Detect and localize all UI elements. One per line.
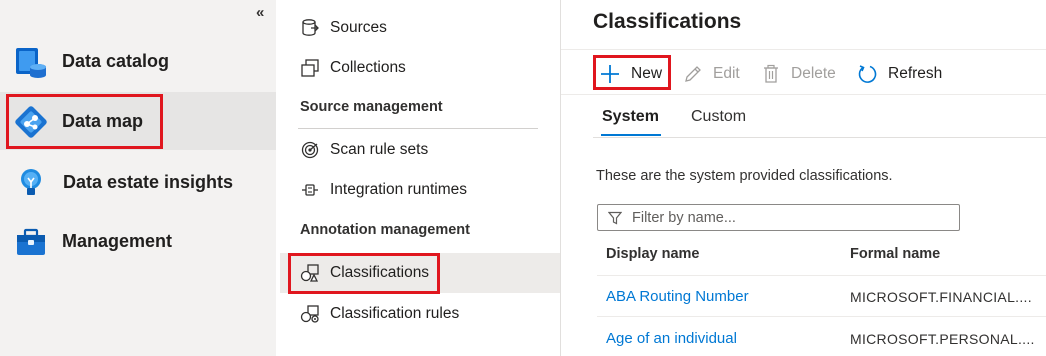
filter-icon (608, 211, 622, 224)
menu-item-label: Integration runtimes (330, 181, 467, 198)
divider (593, 137, 1046, 138)
nav-item-data-map[interactable]: Data map (0, 92, 276, 150)
filter-placeholder: Filter by name... (632, 209, 736, 226)
pencil-icon (685, 66, 701, 82)
column-header-formal-name[interactable]: Formal name (850, 246, 940, 262)
menu-item-label: Classifications (330, 264, 430, 281)
toolbox-icon (14, 225, 48, 259)
nav-item-data-estate-insights[interactable]: Data estate insights (0, 153, 276, 211)
menu-item-collections[interactable]: Collections (280, 48, 560, 88)
divider (597, 316, 1046, 317)
menu-item-sources[interactable]: Sources (280, 8, 560, 48)
nav-item-label: Data catalog (62, 50, 170, 71)
menu-item-classification-rules[interactable]: Classification rules (280, 294, 560, 334)
plus-icon (601, 65, 619, 83)
refresh-button[interactable]: Refresh (856, 60, 942, 88)
classification-link-aba-routing-number[interactable]: ABA Routing Number (606, 288, 749, 305)
menu-item-scan-rule-sets[interactable]: Scan rule sets (280, 130, 560, 170)
data-catalog-icon (14, 45, 48, 79)
integration-runtime-icon (300, 180, 320, 200)
edit-button[interactable]: Edit (683, 60, 740, 88)
nav-item-label: Data map (62, 110, 144, 131)
tab-system[interactable]: System (602, 108, 659, 126)
data-map-menu: Sources Collections Source management Sc… (280, 0, 560, 356)
formal-name-cell: MICROSOFT.PERSONAL.... (850, 331, 1035, 347)
nav-item-label: Management (62, 230, 173, 251)
description-text: These are the system provided classifica… (596, 168, 893, 184)
nav-item-data-catalog[interactable]: Data catalog (0, 32, 276, 90)
menu-item-label: Classification rules (330, 305, 460, 322)
active-tab-indicator (601, 134, 661, 136)
divider (597, 275, 1046, 276)
classification-rules-icon (300, 304, 320, 324)
menu-item-classifications[interactable]: Classifications (280, 253, 560, 293)
menu-item-label: Scan rule sets (330, 141, 429, 158)
filter-input[interactable]: Filter by name... (597, 204, 960, 231)
classifications-panel: Classifications New Edit Delete Refresh … (560, 0, 1046, 356)
delete-button-label: Delete (791, 65, 836, 82)
new-button-label: New (631, 65, 663, 82)
data-map-icon (14, 105, 48, 139)
menu-item-integration-runtimes[interactable]: Integration runtimes (280, 170, 560, 210)
delete-button[interactable]: Delete (761, 60, 836, 88)
scan-rule-icon (300, 140, 320, 160)
collections-icon (300, 58, 320, 78)
page-title: Classifications (593, 10, 742, 33)
menu-item-label: Collections (330, 59, 406, 76)
nav-item-management[interactable]: Management (0, 212, 276, 270)
new-button[interactable]: New (599, 60, 662, 88)
section-heading-source-management: Source management (300, 99, 443, 115)
trash-icon (764, 64, 778, 83)
left-navigation: « Data catalog Data map Data estate insi… (0, 0, 276, 356)
divider (298, 128, 538, 129)
column-header-display-name[interactable]: Display name (606, 246, 700, 262)
divider (561, 49, 1046, 50)
menu-item-label: Sources (330, 19, 387, 36)
collapse-nav-button[interactable]: « (256, 4, 264, 21)
divider (561, 94, 1046, 95)
nav-item-label: Data estate insights (63, 171, 234, 192)
edit-button-label: Edit (713, 65, 740, 82)
tab-custom[interactable]: Custom (691, 108, 746, 126)
refresh-icon (858, 65, 877, 83)
sources-icon (300, 18, 320, 38)
refresh-button-label: Refresh (888, 65, 943, 82)
classifications-icon (300, 263, 320, 283)
classification-link-age-of-an-individual[interactable]: Age of an individual (606, 330, 737, 347)
formal-name-cell: MICROSOFT.FINANCIAL.... (850, 289, 1032, 305)
lightbulb-icon (14, 166, 48, 200)
section-heading-annotation-management: Annotation management (300, 222, 470, 238)
